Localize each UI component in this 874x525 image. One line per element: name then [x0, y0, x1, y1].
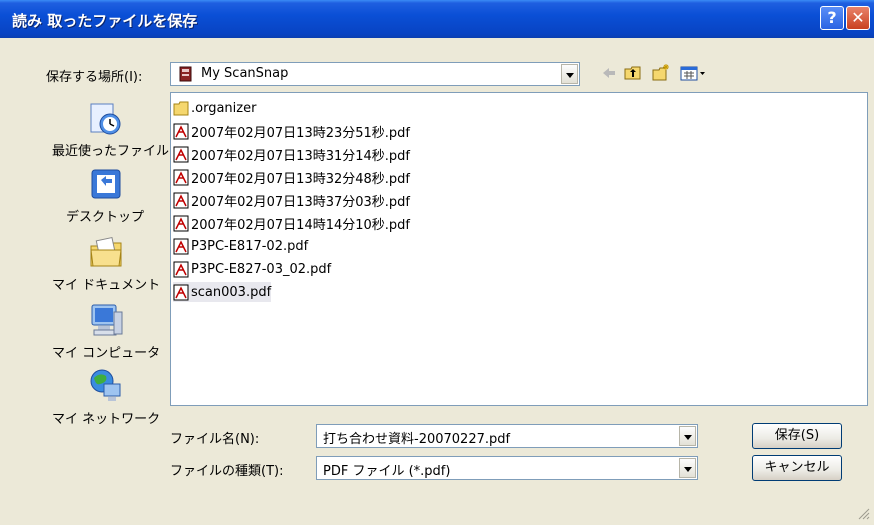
pdf-file-icon — [173, 169, 189, 185]
folder-icon — [173, 101, 189, 115]
place-label: マイ ドキュメント — [52, 278, 161, 293]
pdf-file-icon — [173, 215, 189, 231]
filetype-dropdown[interactable]: PDF ファイル (*.pdf) — [316, 456, 698, 480]
place-label: マイ ネットワーク — [52, 412, 161, 427]
new-folder-icon[interactable] — [652, 64, 670, 82]
up-folder-icon[interactable] — [624, 64, 642, 82]
filename-label: ファイル名(N): — [170, 432, 260, 447]
help-button[interactable]: ? — [820, 6, 844, 30]
list-item[interactable]: .organizer — [173, 98, 256, 118]
file-name: P3PC-E817-02.pdf — [191, 238, 309, 254]
chevron-down-icon[interactable] — [679, 426, 696, 446]
list-item[interactable]: P3PC-E827-03_02.pdf — [173, 259, 331, 279]
filename-value: 打ち合わせ資料-20070227.pdf — [323, 432, 511, 447]
save-dialog: 読み 取ったファイルを保存 ? ✕ 保存する場所(I): My ScanSnap — [0, 0, 874, 525]
pdf-file-icon — [173, 146, 189, 162]
list-item[interactable]: 2007年02月07日13時23分51秒.pdf — [173, 121, 410, 141]
file-name: 2007年02月07日14時14分10秒.pdf — [191, 217, 411, 233]
location-label: 保存する場所(I): — [46, 70, 143, 85]
list-item[interactable]: 2007年02月07日13時37分03秒.pdf — [173, 190, 410, 210]
file-list[interactable]: .organizer 2007年02月07日13時23分51秒.pdf 2007… — [170, 92, 868, 406]
filetype-value: PDF ファイル (*.pdf) — [323, 464, 451, 479]
list-item-selected[interactable]: scan003.pdf — [173, 282, 272, 302]
desktop-icon — [91, 169, 121, 199]
save-button[interactable]: 保存(S) — [752, 423, 842, 449]
list-item[interactable]: P3PC-E817-02.pdf — [173, 236, 308, 256]
chevron-down-icon[interactable] — [561, 64, 578, 84]
file-name: 2007年02月07日13時31分14秒.pdf — [191, 148, 411, 164]
chevron-down-icon[interactable] — [679, 458, 696, 478]
my-computer-icon — [91, 304, 123, 336]
pdf-file-icon — [173, 284, 189, 300]
list-item[interactable]: 2007年02月07日13時32分48秒.pdf — [173, 167, 410, 187]
location-dropdown[interactable]: My ScanSnap — [170, 62, 580, 86]
pdf-file-icon — [173, 261, 189, 277]
place-label: マイ コンピュータ — [52, 346, 161, 361]
my-network-icon — [90, 369, 121, 401]
place-label: 最近使ったファイル — [52, 144, 170, 159]
file-name: P3PC-E827-03_02.pdf — [191, 261, 332, 277]
my-documents-icon — [90, 236, 122, 267]
file-name: 2007年02月07日13時32分48秒.pdf — [191, 171, 411, 187]
close-button[interactable]: ✕ — [846, 6, 870, 30]
recent-icon — [90, 103, 121, 135]
filetype-label: ファイルの種類(T): — [170, 464, 284, 479]
file-name: .organizer — [191, 100, 257, 116]
resize-grip-icon[interactable] — [856, 506, 870, 520]
location-value: My ScanSnap — [201, 66, 289, 81]
pdf-file-icon — [173, 238, 189, 254]
file-name: scan003.pdf — [191, 284, 272, 300]
scansnap-folder-icon — [179, 66, 192, 82]
file-name: 2007年02月07日13時37分03秒.pdf — [191, 194, 411, 210]
pdf-file-icon — [173, 192, 189, 208]
dialog-title: 読み 取ったファイルを保存 — [12, 12, 198, 30]
place-label: デスクトップ — [65, 210, 144, 225]
filename-input[interactable]: 打ち合わせ資料-20070227.pdf — [316, 424, 698, 448]
list-item[interactable]: 2007年02月07日13時31分14秒.pdf — [173, 144, 410, 164]
title-bar[interactable]: 読み 取ったファイルを保存 ? ✕ — [0, 0, 874, 38]
list-item[interactable]: 2007年02月07日14時14分10秒.pdf — [173, 213, 410, 233]
back-arrow-icon[interactable] — [600, 64, 618, 82]
cancel-button[interactable]: キャンセル — [752, 455, 842, 481]
file-name: 2007年02月07日13時23分51秒.pdf — [191, 125, 411, 141]
pdf-file-icon — [173, 123, 189, 139]
views-menu-icon[interactable] — [680, 64, 708, 82]
